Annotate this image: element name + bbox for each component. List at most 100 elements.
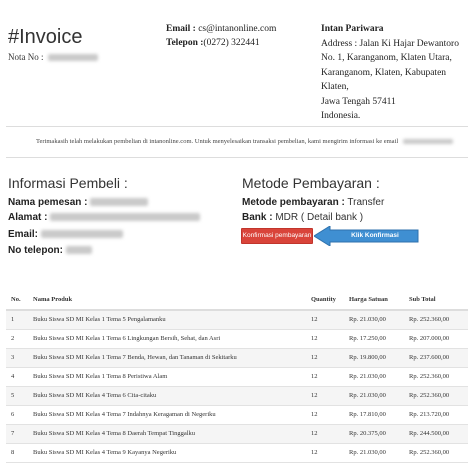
row-number: 1 [6, 310, 28, 330]
address-line: Jawa Tengah 57411 [321, 96, 396, 107]
payment-method-label: Metode pembayaran : [242, 197, 345, 208]
buyer-address-label: Alamat : [8, 212, 48, 223]
subtotal: Rp. 244.500,00 [404, 424, 468, 444]
product-name: Buku Siswa SD MI Kelas 4 Tema 6 Cita-cit… [28, 386, 306, 406]
bank-row: Bank : MDR ( Detail bank ) [242, 212, 363, 223]
unit-price: Rp. 17.810,00 [344, 405, 404, 425]
subtotal: Rp. 252.360,00 [404, 386, 468, 406]
buyer-name-row: Nama pemesan : [8, 197, 149, 208]
product-name: Buku Siswa SD MI Kelas 4 Tema 9 Kayanya … [28, 443, 306, 463]
payment-method-row: Metode pembayaran : Transfer [242, 197, 384, 208]
row-number: 7 [6, 424, 28, 444]
product-name: Buku Siswa SD MI Kelas 1 Tema 5 Pengalam… [28, 310, 306, 330]
payment-method-title: Metode Pembayaran : [242, 175, 380, 191]
table-row: 6 Buku Siswa SD MI Kelas 4 Tema 7 Indahny… [6, 405, 468, 425]
buyer-email-label: Email: [8, 229, 39, 240]
table-row: 5 Buku Siswa SD MI Kelas 4 Tema 6 Cita-ci… [6, 386, 468, 406]
unit-price: Rp. 21.030,00 [344, 386, 404, 406]
email-row: Email : cs@intanonline.com [166, 22, 276, 36]
company-info: Intan Pariwara Address : Jalan Ki Hajar … [321, 22, 471, 124]
telepon-value: (0272) 322441 [203, 38, 260, 48]
row-number: 6 [6, 405, 28, 425]
subtotal: Rp. 252.360,00 [404, 367, 468, 387]
bank-label: Bank : [242, 212, 273, 223]
payment-method-value: Transfer [347, 197, 385, 208]
row-number: 3 [6, 348, 28, 368]
table-row: 4 Buku Siswa SD MI Kelas 1 Tema 8 Peristi… [6, 367, 468, 387]
callout-arrow: Klik Konfirmasi Pembayaran [314, 226, 420, 259]
email-label: Email : [166, 24, 196, 34]
address-line: Indonesia. [321, 111, 361, 121]
address-line: No. 1, Karanganom, Klaten Utara, [321, 53, 452, 63]
subtotal: Rp. 237.600,00 [404, 348, 468, 368]
column-header: No. [6, 290, 28, 311]
nota-label: Nota No : [8, 52, 44, 62]
buyer-info-title: Informasi Pembeli : [8, 175, 128, 191]
order-items-table: No. Nama Produk Quantity Harga Satuan Su… [6, 290, 468, 463]
row-number: 4 [6, 367, 28, 387]
quantity: 12 [306, 424, 344, 444]
telepon-row: Telepon :(0272) 322441 [166, 36, 276, 50]
column-header: Sub Total [404, 290, 468, 311]
invoice-header: #Invoice Nota No : Email : cs@intanonlin… [0, 0, 474, 124]
divider [6, 126, 468, 127]
product-name: Buku Siswa SD MI Kelas 1 Tema 6 Lingkung… [28, 329, 306, 349]
quantity: 12 [306, 386, 344, 406]
company-name: Intan Pariwara [321, 24, 384, 34]
unit-price: Rp. 21.030,00 [344, 367, 404, 387]
subtotal: Rp. 252.360,00 [404, 443, 468, 463]
address-line: Karanganom, Klaten, Kabupaten Klaten, [321, 67, 447, 93]
quantity: 12 [306, 405, 344, 425]
column-header: Quantity [306, 290, 344, 311]
contact-info: Email : cs@intanonline.com Telepon :(027… [166, 22, 276, 50]
redacted-buyer-phone [65, 246, 92, 255]
subtotal: Rp. 213.720,00 [404, 405, 468, 425]
unit-price: Rp. 19.800,00 [344, 348, 404, 368]
quantity: 12 [306, 329, 344, 349]
table-row: 3 Buku Siswa SD MI Kelas 1 Tema 7 Benda, … [6, 348, 468, 368]
subtotal: Rp. 207.000,00 [404, 329, 468, 349]
invoice-title: #Invoice [8, 26, 83, 48]
buyer-email-row: Email: [8, 229, 123, 240]
thanks-text: Terimakasih telah melakukan pembelian di… [36, 138, 399, 145]
buyer-address-row: Alamat : [8, 212, 201, 223]
redacted-email [402, 139, 453, 145]
quantity: 12 [306, 310, 344, 330]
buyer-phone-label: No telepon: [8, 245, 63, 256]
unit-price: Rp. 17.250,00 [344, 329, 404, 349]
product-name: Buku Siswa SD MI Kelas 1 Tema 8 Peristiw… [28, 367, 306, 387]
subtotal: Rp. 252.360,00 [404, 310, 468, 330]
bank-value[interactable]: MDR ( Detail bank ) [275, 212, 363, 223]
divider [6, 157, 468, 158]
product-name: Buku Siswa SD MI Kelas 4 Tema 7 Indahnya… [28, 405, 306, 425]
table-header-row: No. Nama Produk Quantity Harga Satuan Su… [6, 290, 468, 311]
nota-number: Nota No : [8, 52, 98, 62]
confirm-payment-button[interactable]: Konfirmasi pembayaran [241, 228, 313, 244]
quantity: 12 [306, 367, 344, 387]
quantity: 12 [306, 348, 344, 368]
row-number: 2 [6, 329, 28, 349]
telepon-label: Telepon : [166, 38, 204, 48]
column-header: Harga Satuan [344, 290, 404, 311]
buyer-phone-row: No telepon: [8, 245, 92, 256]
column-header: Nama Produk [28, 290, 306, 311]
row-number: 8 [6, 443, 28, 463]
product-name: Buku Siswa SD MI Kelas 4 Tema 8 Daerah T… [28, 424, 306, 444]
table-row: 1 Buku Siswa SD MI Kelas 1 Tema 5 Pengala… [6, 310, 468, 330]
row-number: 5 [6, 386, 28, 406]
unit-price: Rp. 21.030,00 [344, 310, 404, 330]
table-row: 7 Buku Siswa SD MI Kelas 4 Tema 8 Daerah … [6, 424, 468, 444]
quantity: 12 [306, 443, 344, 463]
redacted-nota-value [47, 54, 98, 62]
table-row: 8 Buku Siswa SD MI Kelas 4 Tema 9 Kayanya… [6, 443, 468, 463]
callout-text: Klik Konfirmasi Pembayaran [351, 232, 399, 259]
thanks-message: Terimakasih telah melakukan pembelian di… [36, 138, 453, 145]
buyer-name-label: Nama pemesan : [8, 197, 88, 208]
unit-price: Rp. 21.030,00 [344, 443, 404, 463]
redacted-buyer-name [90, 198, 149, 207]
unit-price: Rp. 20.375,00 [344, 424, 404, 444]
table-row: 2 Buku Siswa SD MI Kelas 1 Tema 6 Lingkun… [6, 329, 468, 349]
address-line: Address : Jalan Ki Hajar Dewantoro [321, 38, 459, 49]
product-name: Buku Siswa SD MI Kelas 1 Tema 7 Benda, H… [28, 348, 306, 368]
email-value[interactable]: cs@intanonline.com [198, 24, 276, 34]
